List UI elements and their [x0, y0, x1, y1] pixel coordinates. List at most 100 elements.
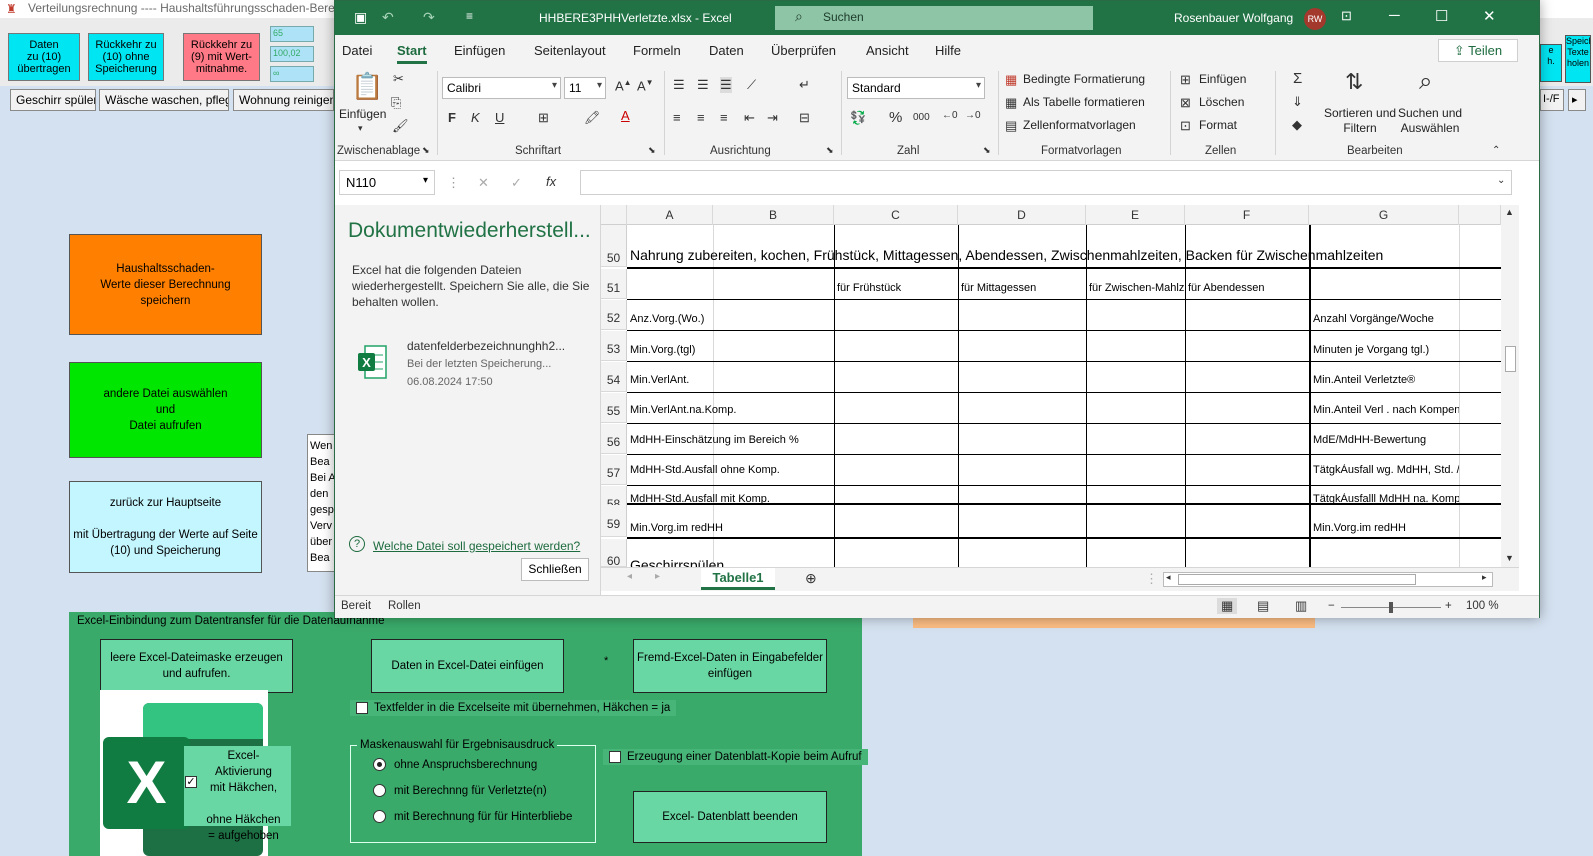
- scroll-thumb[interactable]: [1505, 346, 1516, 372]
- zoom-level[interactable]: 100 %: [1466, 600, 1499, 612]
- formula-input[interactable]: [580, 170, 1512, 195]
- cell-g56[interactable]: MdE/MdHH-Bewertung: [1311, 434, 1459, 446]
- decrease-font-icon[interactable]: A▼: [637, 78, 654, 93]
- cut-icon[interactable]: ✂: [393, 71, 404, 87]
- tab-einfuegen[interactable]: Einfügen: [454, 43, 505, 58]
- percent-button[interactable]: %: [889, 109, 902, 126]
- align-left-icon[interactable]: ≡: [673, 110, 681, 125]
- ribbon-options-icon[interactable]: ⊡: [1341, 8, 1352, 24]
- column-header-e[interactable]: E: [1086, 205, 1185, 225]
- format-painter-icon[interactable]: 🖌: [392, 118, 409, 134]
- orientation-icon[interactable]: ⟋: [747, 77, 756, 93]
- align-middle-icon[interactable]: ☰: [697, 77, 709, 93]
- align-center-icon[interactable]: ≡: [697, 110, 705, 125]
- next-sheet-icon[interactable]: ▸: [655, 571, 660, 582]
- name-box[interactable]: N110 ▾: [339, 170, 435, 195]
- decrease-indent-icon[interactable]: ⇤: [744, 110, 755, 126]
- tab-daten[interactable]: Daten: [709, 43, 744, 58]
- which-file-link[interactable]: Welche Datei soll gespeichert werden?: [373, 539, 580, 553]
- increase-decimal-icon[interactable]: ←0: [942, 110, 958, 121]
- fetch-texts-button[interactable]: Speich Texte holen: [1565, 35, 1591, 83]
- paste-label[interactable]: Einfügen: [339, 107, 386, 121]
- normal-view-icon[interactable]: ▦: [1217, 598, 1238, 614]
- radio-dot[interactable]: [373, 810, 386, 823]
- cell-g55[interactable]: Min.Anteil Verl . nach Kompension: [1311, 404, 1459, 416]
- align-top-icon[interactable]: ☰: [673, 77, 685, 93]
- radio-survivors[interactable]: mit Berechnung für für Hinterbliebe: [373, 810, 572, 823]
- borders-icon[interactable]: ⊞: [538, 110, 549, 126]
- currency-icon[interactable]: 💱: [850, 110, 866, 126]
- find-select-button[interactable]: Suchen und Auswählen: [1398, 106, 1462, 136]
- zoom-out-icon[interactable]: −: [1328, 600, 1335, 612]
- recovered-file-name[interactable]: datenfelderbezeichnunghh2...: [407, 339, 565, 353]
- return-with-values-button[interactable]: Rückkehr zu (9) mit Wert- mitnahme.: [183, 33, 260, 81]
- row-header-57[interactable]: 57: [601, 455, 627, 485]
- checkbox-box[interactable]: [356, 702, 368, 714]
- column-header-b[interactable]: B: [713, 205, 834, 225]
- scroll-down-icon[interactable]: ▼: [1505, 553, 1514, 563]
- tab-split-handle[interactable]: ⋮: [1145, 571, 1158, 587]
- end-excel-sheet-button[interactable]: Excel- Datenblatt beenden: [633, 791, 827, 843]
- cell-g52[interactable]: Anzahl Vorgänge/Woche: [1311, 313, 1459, 325]
- row-header-59[interactable]: 59: [601, 505, 627, 537]
- cell-g54[interactable]: Min.Anteil Verletzte®: [1311, 374, 1459, 386]
- insert-function-button[interactable]: fx: [546, 174, 556, 189]
- conditional-format-button[interactable]: Bedingte Formatierung: [1023, 72, 1145, 86]
- column-header-d[interactable]: D: [958, 205, 1086, 225]
- column-header-c[interactable]: C: [834, 205, 958, 225]
- cell-a52[interactable]: Anz.Vorg.(Wo.): [628, 313, 828, 325]
- cell-a55[interactable]: Min.VerlAnt.na.Komp.: [628, 404, 833, 416]
- decrease-decimal-icon[interactable]: →0: [965, 110, 981, 121]
- share-button[interactable]: ⇪ Teilen: [1438, 39, 1518, 62]
- number-launcher-icon[interactable]: ⬊: [983, 145, 991, 156]
- spreadsheet-grid[interactable]: A B C D E F G 50 Nahrung zubereiten, koc…: [601, 205, 1501, 567]
- sheet-tab-tabelle1[interactable]: Tabelle1: [701, 568, 775, 590]
- underline-button[interactable]: U: [495, 110, 504, 125]
- transfer-data-button[interactable]: Daten zu (10) übertragen: [8, 33, 80, 81]
- import-foreign-excel-button[interactable]: Fremd-Excel-Daten in Eingabefelder einfü…: [633, 639, 827, 693]
- customize-toolbar-icon[interactable]: ≡: [466, 9, 473, 23]
- row-header-51[interactable]: 51: [601, 269, 627, 299]
- font-launcher-icon[interactable]: ⬊: [648, 145, 656, 156]
- clipboard-launcher-icon[interactable]: ⬊: [422, 145, 430, 156]
- column-header-g[interactable]: G: [1309, 205, 1459, 225]
- radio-injured[interactable]: mit Berechnng für Verletzte(n): [373, 784, 547, 797]
- scroll-up-icon[interactable]: ▲: [1505, 207, 1514, 217]
- italic-button[interactable]: K: [471, 110, 480, 125]
- close-recovery-button[interactable]: Schließen: [521, 558, 589, 581]
- tab-seitenlayout[interactable]: Seitenlayout: [534, 43, 606, 58]
- scroll-right-icon[interactable]: ▸: [1482, 572, 1487, 583]
- cell-g53[interactable]: Minuten je Vorgang tgl.): [1311, 344, 1459, 356]
- format-as-table-button[interactable]: Als Tabelle formatieren: [1023, 95, 1145, 109]
- font-size-select[interactable]: 11 ▾: [564, 77, 606, 99]
- tab-ueberpruefen[interactable]: Überprüfen: [771, 43, 836, 58]
- tab-hilfe[interactable]: Hilfe: [935, 43, 961, 58]
- excel-activation-checkbox[interactable]: ✓: [185, 776, 197, 788]
- column-header-h[interactable]: [1459, 205, 1501, 225]
- align-right-icon[interactable]: ≡: [720, 110, 728, 125]
- select-all-corner[interactable]: [601, 205, 627, 225]
- column-header-a[interactable]: A: [627, 205, 713, 225]
- cell-g59[interactable]: Min.Vorg.im redHH: [1311, 522, 1459, 534]
- column-header-f[interactable]: F: [1185, 205, 1309, 225]
- collapse-ribbon-icon[interactable]: ⌃: [1492, 145, 1500, 156]
- fill-color-icon[interactable]: 🖍: [584, 110, 601, 126]
- alignment-launcher-icon[interactable]: ⬊: [826, 145, 834, 156]
- cell-a50[interactable]: Nahrung zubereiten, kochen, Frühstück, M…: [628, 247, 1498, 263]
- radio-no-claim[interactable]: ohne Anspruchsberechnung: [373, 758, 537, 771]
- fill-icon[interactable]: ⇓: [1292, 94, 1303, 110]
- cell-a54[interactable]: Min.VerlAnt.: [628, 374, 828, 386]
- radio-dot[interactable]: [373, 758, 386, 771]
- save-values-button[interactable]: Haushaltsschaden- Werte dieser Berechnun…: [69, 234, 262, 335]
- cell-a59[interactable]: Min.Vorg.im redHH: [628, 522, 833, 534]
- save-icon[interactable]: ▣: [354, 9, 367, 26]
- minimize-icon[interactable]: ─: [1389, 7, 1400, 24]
- clear-icon[interactable]: ◆: [1292, 117, 1302, 133]
- tab-waesche[interactable]: Wäsche waschen, pflegen: [99, 89, 229, 111]
- tab-datei[interactable]: Datei: [342, 43, 372, 58]
- undo-icon[interactable]: ↶: [382, 9, 394, 26]
- row-header-55[interactable]: 55: [601, 393, 627, 423]
- search-box[interactable]: ⌕ Suchen: [775, 6, 1093, 30]
- horizontal-scrollbar[interactable]: ◂ ▸: [1163, 572, 1493, 587]
- copy-sheet-checkbox[interactable]: Erzeugung einer Datenblatt-Kopie beim Au…: [603, 749, 868, 766]
